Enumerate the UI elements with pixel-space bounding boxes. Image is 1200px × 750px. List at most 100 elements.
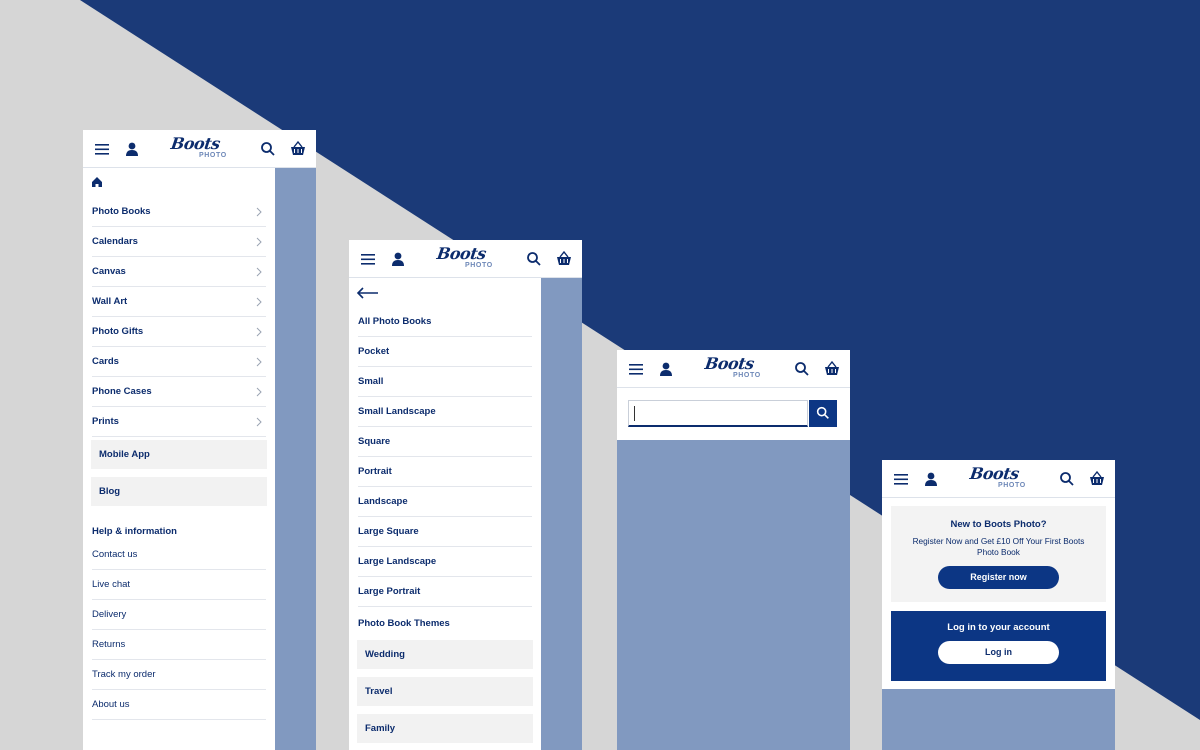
theme-travel-button[interactable]: Travel	[357, 677, 533, 706]
menu-item-photo-gifts[interactable]: Photo Gifts	[92, 317, 266, 347]
menu-item-photo-books[interactable]: Photo Books	[92, 197, 266, 227]
logo-sub: PHOTO	[733, 372, 761, 379]
site-header: Boots PHOTO	[83, 130, 316, 168]
chevron-right-icon	[256, 297, 262, 307]
chevron-right-icon	[256, 417, 262, 427]
menu-item-label: Wall Art	[92, 296, 128, 307]
menu-item-label: Cards	[92, 356, 119, 367]
basket-icon[interactable]	[289, 140, 307, 158]
menu-item-label: Calendars	[92, 236, 138, 247]
menu-item-phone-cases[interactable]: Phone Cases	[92, 377, 266, 407]
category-list: Photo Books Calendars Canvas Wall Art Ph…	[83, 197, 275, 437]
theme-family-button[interactable]: Family	[357, 714, 533, 743]
submenu-item-small-landscape[interactable]: Small Landscape	[358, 397, 532, 427]
help-link-about-us[interactable]: About us	[92, 690, 266, 720]
login-button[interactable]: Log in	[938, 641, 1059, 664]
search-icon[interactable]	[525, 250, 543, 268]
submenu-panel: All Photo Books Pocket Small Small Lands…	[349, 278, 541, 750]
mobile-app-button[interactable]: Mobile App	[91, 440, 267, 469]
chevron-right-icon	[256, 207, 262, 217]
submenu-item-large-landscape[interactable]: Large Landscape	[358, 547, 532, 577]
submenu-item-large-square[interactable]: Large Square	[358, 517, 532, 547]
menu-item-label: Photo Gifts	[92, 326, 144, 337]
home-icon[interactable]	[91, 176, 103, 188]
hamburger-icon[interactable]	[628, 360, 646, 378]
site-header: Boots PHOTO	[882, 460, 1115, 498]
theme-wedding-button[interactable]: Wedding	[357, 640, 533, 669]
logo-sub: PHOTO	[199, 152, 227, 159]
help-link-live-chat[interactable]: Live chat	[92, 570, 266, 600]
menu-item-canvas[interactable]: Canvas	[92, 257, 266, 287]
menu-panel: Photo Books Calendars Canvas Wall Art Ph…	[83, 168, 275, 750]
menu-item-label: Phone Cases	[92, 386, 152, 397]
site-header: Boots PHOTO	[349, 240, 582, 278]
arrow-left-icon[interactable]	[356, 287, 380, 299]
register-now-button[interactable]: Register now	[938, 566, 1059, 589]
menu-item-wall-art[interactable]: Wall Art	[92, 287, 266, 317]
phone-menu-screen: Boots PHOTO Photo Books Calendars Canvas …	[83, 130, 316, 750]
phone-search-screen: Boots PHOTO	[617, 350, 850, 750]
logo-script: Boots	[703, 354, 756, 373]
user-icon[interactable]	[389, 250, 407, 268]
chevron-right-icon	[256, 327, 262, 337]
phone-account-screen: Boots PHOTO New to Boots Photo? Register …	[882, 460, 1115, 750]
user-icon[interactable]	[657, 360, 675, 378]
login-card: Log in to your account Log in	[891, 611, 1106, 681]
register-card: New to Boots Photo? Register Now and Get…	[891, 506, 1106, 602]
logo-script: Boots	[169, 134, 222, 153]
search-icon	[816, 406, 829, 419]
boots-photo-logo[interactable]: Boots PHOTO	[169, 134, 231, 164]
search-bar	[617, 388, 850, 440]
boots-photo-logo[interactable]: Boots PHOTO	[435, 244, 497, 274]
menu-item-prints[interactable]: Prints	[92, 407, 266, 437]
hamburger-icon[interactable]	[360, 250, 378, 268]
submenu-item-portrait[interactable]: Portrait	[358, 457, 532, 487]
logo-sub: PHOTO	[998, 482, 1026, 489]
photo-book-list: All Photo Books Pocket Small Small Lands…	[349, 307, 541, 607]
chevron-right-icon	[256, 357, 262, 367]
register-description: Register Now and Get £10 Off Your First …	[912, 536, 1085, 557]
basket-icon[interactable]	[823, 360, 841, 378]
submenu-item-square[interactable]: Square	[358, 427, 532, 457]
logo-sub: PHOTO	[465, 262, 493, 269]
menu-item-cards[interactable]: Cards	[92, 347, 266, 377]
help-link-contact-us[interactable]: Contact us	[92, 540, 266, 570]
register-title: New to Boots Photo?	[950, 519, 1047, 530]
submenu-item-pocket[interactable]: Pocket	[358, 337, 532, 367]
menu-item-label: Photo Books	[92, 206, 151, 217]
user-icon[interactable]	[922, 470, 940, 488]
chevron-right-icon	[256, 267, 262, 277]
search-submit-button[interactable]	[809, 400, 837, 427]
help-section-title: Help & information	[92, 526, 177, 537]
chevron-right-icon	[256, 387, 262, 397]
search-input[interactable]	[628, 400, 808, 427]
phone-submenu-screen: Boots PHOTO All Photo Books Pocket Small …	[349, 240, 582, 750]
help-link-returns[interactable]: Returns	[92, 630, 266, 660]
search-icon[interactable]	[793, 360, 811, 378]
menu-item-calendars[interactable]: Calendars	[92, 227, 266, 257]
search-icon[interactable]	[1058, 470, 1076, 488]
hamburger-icon[interactable]	[94, 140, 112, 158]
user-icon[interactable]	[123, 140, 141, 158]
chevron-right-icon	[256, 237, 262, 247]
search-icon[interactable]	[259, 140, 277, 158]
boots-photo-logo[interactable]: Boots PHOTO	[968, 464, 1030, 494]
help-link-track-order[interactable]: Track my order	[92, 660, 266, 690]
menu-item-label: Prints	[92, 416, 119, 427]
help-link-delivery[interactable]: Delivery	[92, 600, 266, 630]
basket-icon[interactable]	[555, 250, 573, 268]
submenu-item-all-photo-books[interactable]: All Photo Books	[358, 307, 532, 337]
hamburger-icon[interactable]	[893, 470, 911, 488]
text-caret	[634, 406, 635, 421]
blog-button[interactable]: Blog	[91, 477, 267, 506]
submenu-item-large-portrait[interactable]: Large Portrait	[358, 577, 532, 607]
submenu-item-landscape[interactable]: Landscape	[358, 487, 532, 517]
submenu-item-small[interactable]: Small	[358, 367, 532, 397]
help-link-list: Contact us Live chat Delivery Returns Tr…	[83, 540, 275, 720]
menu-item-label: Canvas	[92, 266, 126, 277]
basket-icon[interactable]	[1088, 470, 1106, 488]
boots-photo-logo[interactable]: Boots PHOTO	[703, 354, 765, 384]
logo-script: Boots	[435, 244, 488, 263]
logo-script: Boots	[968, 464, 1021, 483]
themes-section-title: Photo Book Themes	[358, 618, 450, 629]
